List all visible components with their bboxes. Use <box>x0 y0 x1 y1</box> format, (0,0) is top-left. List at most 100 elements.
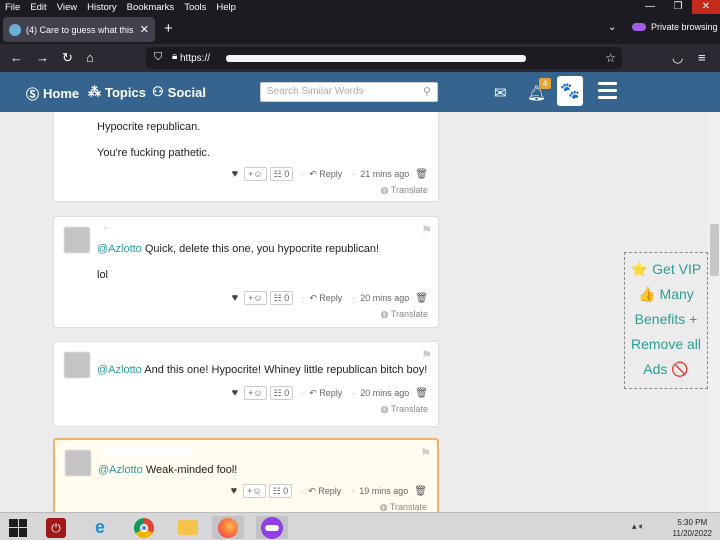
taskbar-app-firefox[interactable] <box>212 516 244 539</box>
delete-icon[interactable]: 🗑︎ <box>414 486 427 497</box>
taskbar-app-chrome[interactable] <box>128 516 160 539</box>
taskbar-app-firefox-private[interactable] <box>256 516 288 539</box>
menu-history[interactable]: History <box>82 2 122 13</box>
delete-icon[interactable]: 🗑︎ <box>415 169 428 180</box>
close-window-button[interactable]: ✕ <box>692 0 720 14</box>
taskbar-app-explorer[interactable] <box>172 516 204 539</box>
notification-badge: 4 <box>539 78 551 89</box>
like-icon[interactable]: ♥ <box>232 387 239 399</box>
new-tab-button[interactable]: + <box>164 20 173 37</box>
vip-line: 👍 Many <box>638 286 694 302</box>
list-tabs-icon[interactable]: ⌄ <box>608 22 616 33</box>
reload-icon[interactable]: ↻ <box>62 50 73 66</box>
delete-icon[interactable]: 🗑︎ <box>415 388 428 399</box>
shield-icon[interactable]: ⛉ <box>154 51 162 64</box>
translate-link[interactable]: ◍ Translate <box>381 185 428 196</box>
comment-time: 20 mins ago <box>360 293 410 303</box>
translate-link[interactable]: ◍ Translate <box>381 404 428 415</box>
react-button[interactable]: +☺ <box>244 167 267 181</box>
comment-card-highlighted: ⚑ @Azlotto Weak-minded fool! ♥ +☺ ☷ 0 · … <box>53 438 439 512</box>
taskbar-app-ie[interactable]: e <box>84 516 116 539</box>
react-button[interactable]: +☺ <box>244 291 267 305</box>
comment-text: @Azlotto Quick, delete this one, you hyp… <box>97 243 379 255</box>
url-redaction <box>226 55 526 62</box>
avatar[interactable] <box>64 227 90 253</box>
lock-icon[interactable]: 🔒︎ <box>172 51 177 62</box>
comment-card: · ⚑ @Azlotto Quick, delete this one, you… <box>53 216 439 328</box>
avatar[interactable] <box>64 352 90 378</box>
site-search-input[interactable]: Search Similar Words ⚲ <box>260 82 438 102</box>
comment-text: @Azlotto Weak-minded fool! <box>98 464 237 476</box>
chrome-icon <box>134 517 154 538</box>
maximize-button[interactable]: ❐ <box>664 0 692 14</box>
menu-bookmarks[interactable]: Bookmarks <box>122 2 180 13</box>
mention-link[interactable]: @Azlotto <box>97 243 142 255</box>
taskbar-app-power[interactable]: ⏻ <box>40 516 72 539</box>
reply-button[interactable]: ↶ Reply <box>309 293 342 304</box>
site-menu-icon[interactable] <box>598 82 617 103</box>
count-button[interactable]: ☷ 0 <box>268 484 293 498</box>
mention-link[interactable]: @Azlotto <box>98 464 143 476</box>
favicon-icon <box>9 23 21 36</box>
bookmark-star-icon[interactable]: ☆ <box>605 51 616 65</box>
mention-link[interactable]: @Azlotto <box>97 364 142 376</box>
flag-icon[interactable]: ⚑ <box>421 223 432 237</box>
reply-label: Reply <box>319 387 343 398</box>
power-app-icon: ⏻ <box>46 517 66 538</box>
like-icon[interactable]: ♥ <box>232 168 239 180</box>
start-button[interactable] <box>2 516 34 539</box>
menu-edit[interactable]: Edit <box>25 2 51 13</box>
count-button[interactable]: ☷ 0 <box>269 291 294 305</box>
translate-link[interactable]: ◍ Translate <box>380 502 427 512</box>
back-icon[interactable]: ← <box>10 50 23 65</box>
react-button[interactable]: +☺ <box>244 386 267 400</box>
count-button[interactable]: ☷ 0 <box>269 386 294 400</box>
home-logo-icon: Ⓢ <box>26 87 40 102</box>
address-bar[interactable]: ⛉ 🔒︎ https:// ☆ <box>146 47 622 69</box>
comment-card: Hypocrite republican. You're fucking pat… <box>53 112 439 202</box>
menu-help[interactable]: Help <box>211 2 241 13</box>
url-text[interactable]: https:// <box>180 53 210 64</box>
app-menu-icon[interactable]: ≡ <box>698 50 706 65</box>
home-icon[interactable]: ⌂ <box>86 50 94 65</box>
reply-button[interactable]: ↶ Reply <box>309 169 342 180</box>
tray-icons[interactable]: ▴ 🔈︎ <box>632 521 644 532</box>
browser-tab[interactable]: (4) Care to guess what this is? | ✕ <box>3 17 155 42</box>
flag-icon[interactable]: ⚑ <box>420 446 431 460</box>
username-redacted: · <box>104 223 108 234</box>
user-avatar[interactable]: 🐾 <box>557 76 583 106</box>
private-mask-icon <box>632 23 646 31</box>
react-button[interactable]: +☺ <box>243 484 266 498</box>
reply-button[interactable]: ↶ Reply <box>308 486 341 497</box>
reply-button[interactable]: ↶ Reply <box>309 388 342 399</box>
scrollbar-track[interactable] <box>708 112 720 512</box>
nav-topics[interactable]: ⁂ Topics <box>88 84 146 100</box>
like-icon[interactable]: ♥ <box>231 485 238 497</box>
minimize-button[interactable]: — <box>636 0 664 14</box>
like-icon[interactable]: ♥ <box>232 292 239 304</box>
comment-text-body: And this one! Hypocrite! Whiney little r… <box>141 364 428 376</box>
close-tab-icon[interactable]: ✕ <box>140 23 149 36</box>
nav-home[interactable]: Ⓢ Home <box>26 84 79 103</box>
vip-promo[interactable]: ⭐ Get VIP 👍 Many Benefits + Remove all A… <box>624 252 708 389</box>
menu-file[interactable]: File <box>0 2 25 13</box>
delete-icon[interactable]: 🗑︎ <box>415 293 428 304</box>
comment-text: @Azlotto And this one! Hypocrite! Whiney… <box>97 364 427 376</box>
nav-social[interactable]: ⚇ Social <box>152 84 206 100</box>
messages-icon[interactable]: ✉ <box>494 84 507 102</box>
menu-view[interactable]: View <box>52 2 82 13</box>
translate-link[interactable]: ◍ Translate <box>381 309 428 320</box>
pocket-icon[interactable]: ◡ <box>672 50 683 66</box>
clock-date: 11/20/2022 <box>672 529 712 538</box>
flag-icon[interactable]: ⚑ <box>421 348 432 362</box>
count-button[interactable]: ☷ 0 <box>269 167 294 181</box>
search-icon[interactable]: ⚲ <box>423 83 431 101</box>
clock[interactable]: 5:30 PM 11/20/2022 <box>673 517 712 539</box>
menu-tools[interactable]: Tools <box>179 2 211 13</box>
comment-actions: ♥ +☺ ☷ 0 · ↶ Reply · 19 mins ago 🗑︎ <box>230 484 427 498</box>
forward-icon[interactable]: → <box>36 50 49 65</box>
reply-label: Reply <box>319 292 343 303</box>
avatar[interactable] <box>65 450 91 476</box>
comment-text: lol <box>97 269 109 281</box>
scrollbar-thumb[interactable] <box>710 224 719 276</box>
